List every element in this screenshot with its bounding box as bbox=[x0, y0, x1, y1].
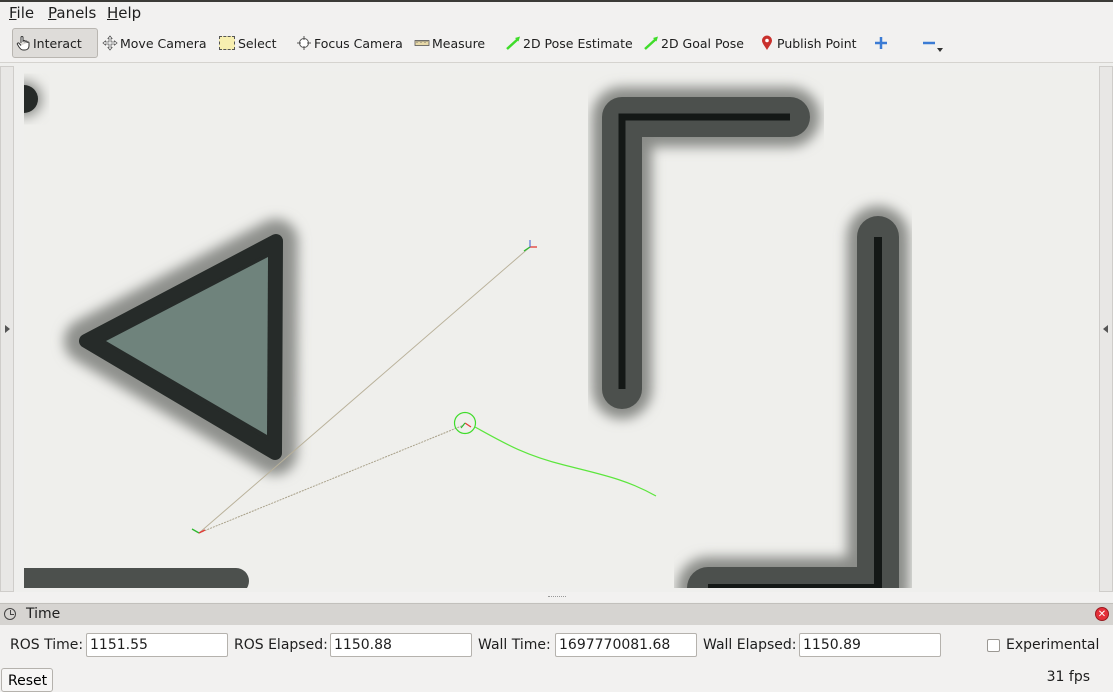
hand-pointer-icon bbox=[16, 36, 30, 51]
wall-time-field[interactable] bbox=[555, 633, 697, 657]
ros-time-label: ROS Time: bbox=[10, 637, 84, 653]
experimental-label: Experimental bbox=[1006, 637, 1100, 653]
time-panel-title: Time bbox=[26, 606, 61, 622]
chevron-left-icon bbox=[1103, 325, 1108, 333]
planned-path bbox=[474, 426, 657, 497]
ros-time-field[interactable] bbox=[86, 633, 228, 657]
tf-frame-odom bbox=[523, 240, 537, 252]
wall-elapsed-field[interactable] bbox=[799, 633, 941, 657]
green-arrow-icon bbox=[506, 36, 520, 50]
wall-time-label: Wall Time: bbox=[478, 637, 551, 653]
splitter-grip bbox=[548, 596, 566, 599]
clock-icon bbox=[4, 608, 16, 620]
obstacle-triangle bbox=[64, 219, 298, 475]
dropdown-arrow-icon bbox=[937, 48, 943, 52]
obstacle-bottom-left bbox=[24, 558, 257, 588]
green-arrow-icon bbox=[644, 36, 658, 50]
publish-point-tool-button[interactable]: Publish Point bbox=[759, 28, 857, 58]
measure-tool-button[interactable]: Measure bbox=[414, 28, 485, 58]
map-pin-icon bbox=[762, 35, 772, 50]
plus-icon bbox=[875, 37, 887, 49]
2d-pose-estimate-tool-button[interactable]: 2D Pose Estimate bbox=[505, 28, 633, 58]
interact-tool-button[interactable]: Interact bbox=[12, 28, 98, 58]
right-dock-collapse-handle[interactable] bbox=[1099, 66, 1113, 592]
obstacle-l-shape-bottom bbox=[677, 206, 909, 588]
time-panel: ROS Time: ROS Elapsed: Wall Time: Wall E… bbox=[0, 625, 1113, 692]
menu-panels[interactable]: Panels bbox=[48, 4, 96, 22]
selection-box-icon bbox=[219, 36, 235, 50]
minus-icon bbox=[923, 41, 935, 45]
move-camera-tool-button[interactable]: Move Camera bbox=[102, 28, 207, 58]
ruler-icon bbox=[414, 40, 430, 46]
menu-help[interactable]: Help bbox=[107, 4, 141, 22]
experimental-checkbox[interactable] bbox=[987, 639, 1000, 652]
time-panel-titlebar: Time ✕ bbox=[0, 603, 1113, 625]
robot-footprint bbox=[453, 411, 477, 435]
ros-elapsed-label: ROS Elapsed: bbox=[234, 637, 328, 653]
2d-goal-pose-tool-button[interactable]: 2D Goal Pose bbox=[643, 28, 744, 58]
left-dock-collapse-handle[interactable] bbox=[0, 66, 14, 592]
menu-bar: File Panels Help bbox=[0, 0, 1113, 24]
close-panel-icon[interactable]: ✕ bbox=[1095, 607, 1109, 621]
menu-file[interactable]: File bbox=[9, 4, 34, 22]
fps-readout: 31 fps bbox=[1046, 669, 1090, 685]
reset-button[interactable]: Reset bbox=[1, 668, 53, 692]
focus-camera-tool-button[interactable]: Focus Camera bbox=[296, 28, 403, 58]
3d-render-viewport[interactable] bbox=[24, 71, 1098, 588]
ros-elapsed-field[interactable] bbox=[330, 633, 472, 657]
remove-tool-button[interactable] bbox=[921, 28, 943, 58]
panel-splitter[interactable] bbox=[0, 592, 1113, 602]
add-tool-button[interactable] bbox=[873, 28, 891, 58]
obstacle-corner-top-left bbox=[24, 81, 42, 117]
chevron-right-icon bbox=[5, 325, 10, 333]
tool-bar: Interact Move Camera Select Focus Camera… bbox=[0, 24, 1113, 63]
select-tool-button[interactable]: Select bbox=[219, 28, 277, 58]
obstacle-l-shape-top bbox=[592, 87, 820, 419]
wall-elapsed-label: Wall Elapsed: bbox=[703, 637, 797, 653]
move-arrows-icon bbox=[102, 35, 118, 51]
map-canvas bbox=[24, 81, 909, 588]
crosshair-icon bbox=[297, 36, 311, 50]
